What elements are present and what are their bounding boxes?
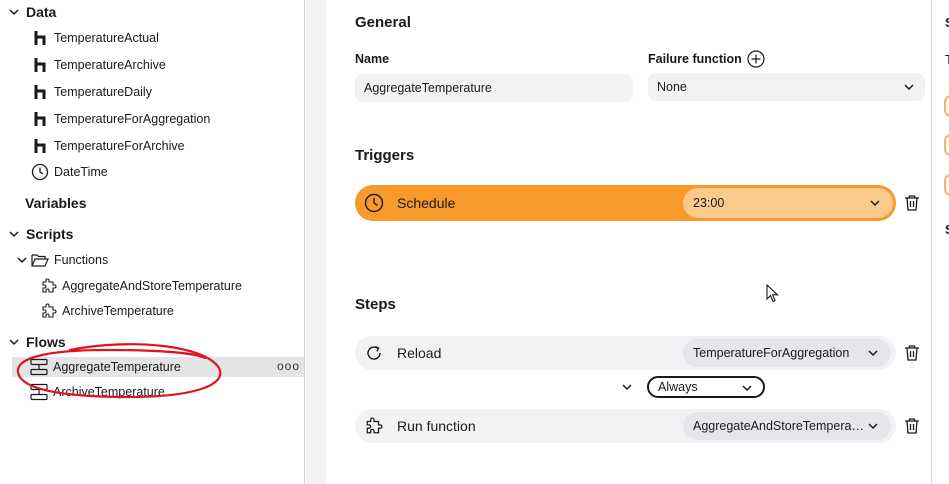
- right-panel-avatar[interactable]: [944, 134, 949, 156]
- sidebar-item-temperature-archive[interactable]: TemperatureArchive: [33, 55, 166, 75]
- clock-icon: [31, 163, 49, 181]
- chevron-down-icon[interactable]: [621, 381, 633, 393]
- flow-icon: [30, 383, 48, 401]
- section-data[interactable]: Data: [8, 2, 56, 22]
- right-panel: [931, 0, 949, 484]
- section-data-label: Data: [26, 4, 57, 20]
- sidebar-item-label: AggregateAndStoreTemperature: [62, 279, 242, 293]
- delete-step-trash-icon[interactable]: [903, 344, 921, 362]
- sidebar-folder-functions[interactable]: Functions: [16, 250, 108, 270]
- section-flows[interactable]: Flows: [8, 332, 66, 352]
- sidebar-item-flow-archive-temperature[interactable]: ArchiveTemperature: [30, 382, 165, 402]
- chevron-down-icon: [9, 9, 19, 16]
- chevron-down-icon: [868, 350, 878, 357]
- table-h-icon: [34, 85, 46, 99]
- section-scripts[interactable]: Scripts: [8, 224, 73, 244]
- right-panel-heading: S: [945, 222, 949, 237]
- sidebar-item-archive-temperature-function[interactable]: ArchiveTemperature: [41, 301, 174, 321]
- sidebar-item-temperature-actual[interactable]: TemperatureActual: [33, 28, 159, 48]
- schedule-time-select[interactable]: 23:00: [683, 188, 893, 218]
- chevron-down-icon: [868, 423, 878, 430]
- step-run-function-select[interactable]: AggregateAndStoreTemperature: [683, 412, 891, 440]
- step-reload[interactable]: Reload TemperatureForAggregation: [355, 336, 896, 370]
- chevron-down-icon: [9, 231, 19, 238]
- section-variables[interactable]: Variables: [25, 193, 87, 213]
- step-condition-select[interactable]: Always: [647, 376, 765, 398]
- sidebar-item-temperature-for-archive[interactable]: TemperatureForArchive: [33, 136, 185, 156]
- sidebar-item-label: ArchiveTemperature: [53, 385, 165, 399]
- sidebar-item-label: TemperatureActual: [54, 31, 159, 45]
- chevron-down-icon: [904, 84, 914, 91]
- schedule-time-value: 23:00: [693, 196, 725, 210]
- delete-step-trash-icon[interactable]: [903, 417, 921, 435]
- sidebar-item-label: TemperatureArchive: [54, 58, 166, 72]
- sidebar-item-label: ArchiveTemperature: [62, 304, 174, 318]
- sidebar-item-label: Functions: [54, 253, 109, 267]
- flow-editor: General Name AggregateTemperature Failur…: [326, 0, 931, 484]
- sidebar-item-label: AggregateTemperature: [53, 360, 181, 374]
- flow-icon: [30, 358, 48, 376]
- table-h-icon: [34, 31, 46, 45]
- name-value: AggregateTemperature: [364, 81, 492, 95]
- trigger-schedule[interactable]: Schedule 23:00: [355, 185, 896, 221]
- sidebar-item-aggregate-and-store-temperature[interactable]: AggregateAndStoreTemperature: [41, 276, 242, 296]
- sidebar-item-label: DateTime: [54, 165, 108, 179]
- general-heading: General: [355, 14, 411, 31]
- table-h-icon: [34, 58, 46, 72]
- section-flows-label: Flows: [26, 334, 66, 350]
- section-variables-label: Variables: [25, 195, 87, 211]
- step-reload-value: TemperatureForAggregation: [693, 346, 850, 360]
- name-input[interactable]: AggregateTemperature: [355, 74, 633, 102]
- right-panel-heading: S: [945, 15, 949, 30]
- chevron-down-icon: [742, 385, 752, 392]
- step-run-function-label: Run function: [397, 418, 476, 434]
- clock-icon: [364, 193, 384, 213]
- delete-trigger-trash-icon[interactable]: [903, 194, 921, 212]
- step-condition-value: Always: [658, 380, 698, 394]
- more-options-icon[interactable]: ooo: [277, 359, 300, 373]
- steps-heading: Steps: [355, 296, 396, 313]
- right-panel-avatar[interactable]: [944, 174, 949, 196]
- section-scripts-label: Scripts: [26, 226, 74, 242]
- right-panel-label: T: [945, 52, 949, 67]
- sidebar: Data TemperatureActual TemperatureArchiv…: [0, 0, 305, 484]
- puzzle-icon: [42, 278, 57, 293]
- reload-icon: [367, 345, 381, 360]
- mouse-cursor-icon: [766, 284, 779, 303]
- failure-function-label-text: Failure function: [648, 52, 742, 66]
- step-run-function[interactable]: Run function AggregateAndStoreTemperatur…: [355, 409, 896, 443]
- sidebar-item-datetime[interactable]: DateTime: [31, 162, 108, 182]
- chevron-down-icon: [17, 257, 27, 264]
- failure-function-label: Failure function: [648, 50, 765, 68]
- failure-function-select[interactable]: None: [648, 73, 925, 101]
- sidebar-item-label: TemperatureForAggregation: [54, 112, 211, 126]
- folder-open-icon: [31, 254, 49, 267]
- chevron-down-icon: [9, 339, 19, 346]
- trigger-schedule-label: Schedule: [397, 195, 456, 211]
- sidebar-item-label: TemperatureDaily: [54, 85, 152, 99]
- step-reload-select[interactable]: TemperatureForAggregation: [683, 339, 891, 367]
- sidebar-item-temperature-daily[interactable]: TemperatureDaily: [33, 82, 152, 102]
- step-run-function-value: AggregateAndStoreTemperature: [693, 419, 865, 433]
- table-h-icon: [34, 139, 46, 153]
- puzzle-icon: [366, 417, 383, 434]
- name-label: Name: [355, 52, 390, 66]
- add-circle-icon[interactable]: [747, 50, 765, 68]
- step-reload-label: Reload: [397, 345, 442, 361]
- right-panel-avatar[interactable]: [944, 95, 949, 117]
- chevron-down-icon: [870, 200, 880, 207]
- table-h-icon: [34, 112, 46, 126]
- sidebar-item-label: TemperatureForArchive: [54, 139, 185, 153]
- panel-gutter: [306, 0, 326, 484]
- sidebar-item-temperature-for-aggregation[interactable]: TemperatureForAggregation: [33, 109, 210, 129]
- failure-function-value: None: [657, 80, 687, 94]
- sidebar-item-flow-aggregate-temperature[interactable]: AggregateTemperature ooo: [12, 357, 304, 377]
- puzzle-icon: [42, 303, 57, 318]
- triggers-heading: Triggers: [355, 147, 415, 164]
